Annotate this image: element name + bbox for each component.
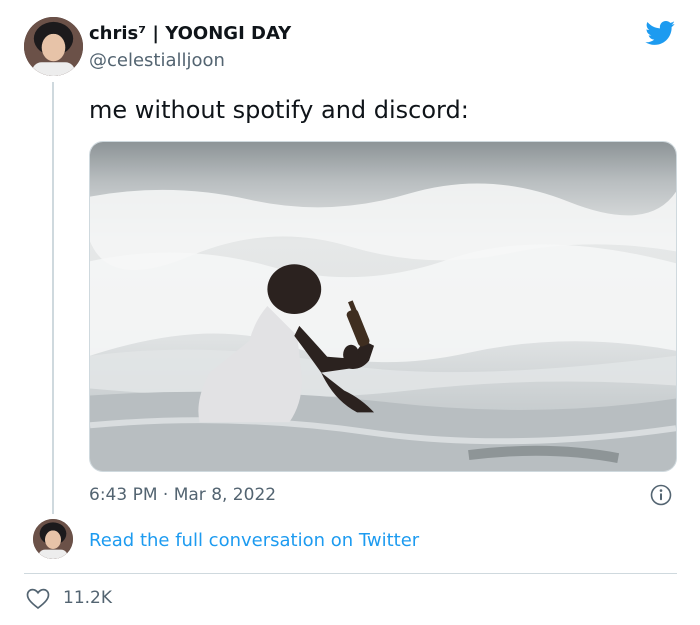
author-display-name[interactable]: chris⁷ | YOONGI DAY (89, 23, 291, 44)
info-icon[interactable] (650, 484, 672, 506)
like-count: 11.2K (63, 588, 112, 608)
tweet-text: me without spotify and discord: (89, 96, 469, 124)
author-avatar[interactable] (24, 17, 83, 76)
read-conversation-link[interactable]: Read the full conversation on Twitter (89, 530, 419, 551)
viewer-avatar[interactable] (33, 519, 73, 559)
tweet-timestamp[interactable]: 6:43 PM · Mar 8, 2022 (89, 485, 276, 505)
twitter-bird-icon[interactable] (644, 18, 677, 48)
divider (24, 573, 677, 574)
heart-icon[interactable] (26, 588, 50, 610)
thread-connector-line (52, 82, 54, 514)
tweet-card: chris⁷ | YOONGI DAY @celestialljoon me w… (0, 0, 700, 625)
tweet-media-photo[interactable] (89, 141, 677, 472)
author-handle[interactable]: @celestialljoon (89, 50, 225, 71)
